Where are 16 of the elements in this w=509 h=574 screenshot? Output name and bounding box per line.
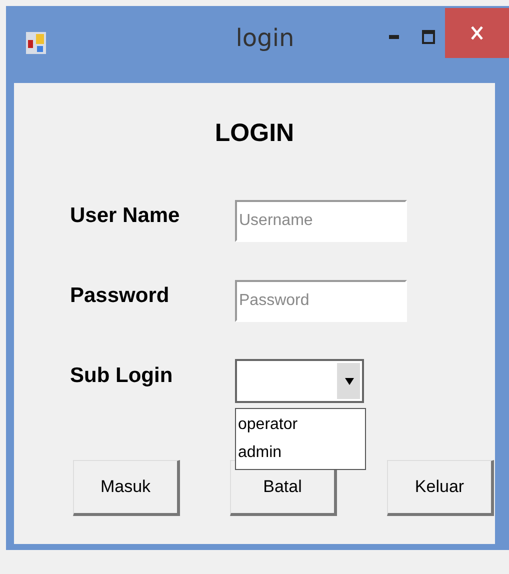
close-button[interactable] <box>445 8 509 58</box>
field-label: Sub Login <box>70 364 174 388</box>
window-title: login <box>234 24 296 52</box>
dropdown-option[interactable]: operator <box>238 411 363 439</box>
password-field[interactable]: Password <box>235 280 407 322</box>
form-button[interactable]: Keluar <box>387 460 494 516</box>
minimize-icon <box>389 35 399 39</box>
form-button[interactable]: Masuk <box>73 460 180 516</box>
app-icon <box>26 32 46 54</box>
close-icon <box>470 25 484 41</box>
dropdown-arrow-icon <box>344 378 354 384</box>
maximize-icon <box>422 30 434 44</box>
form-heading: LOGIN <box>214 119 296 149</box>
username-field[interactable]: Username <box>235 200 407 242</box>
field-label: User Name <box>70 204 181 228</box>
field-label: Password <box>70 284 170 308</box>
